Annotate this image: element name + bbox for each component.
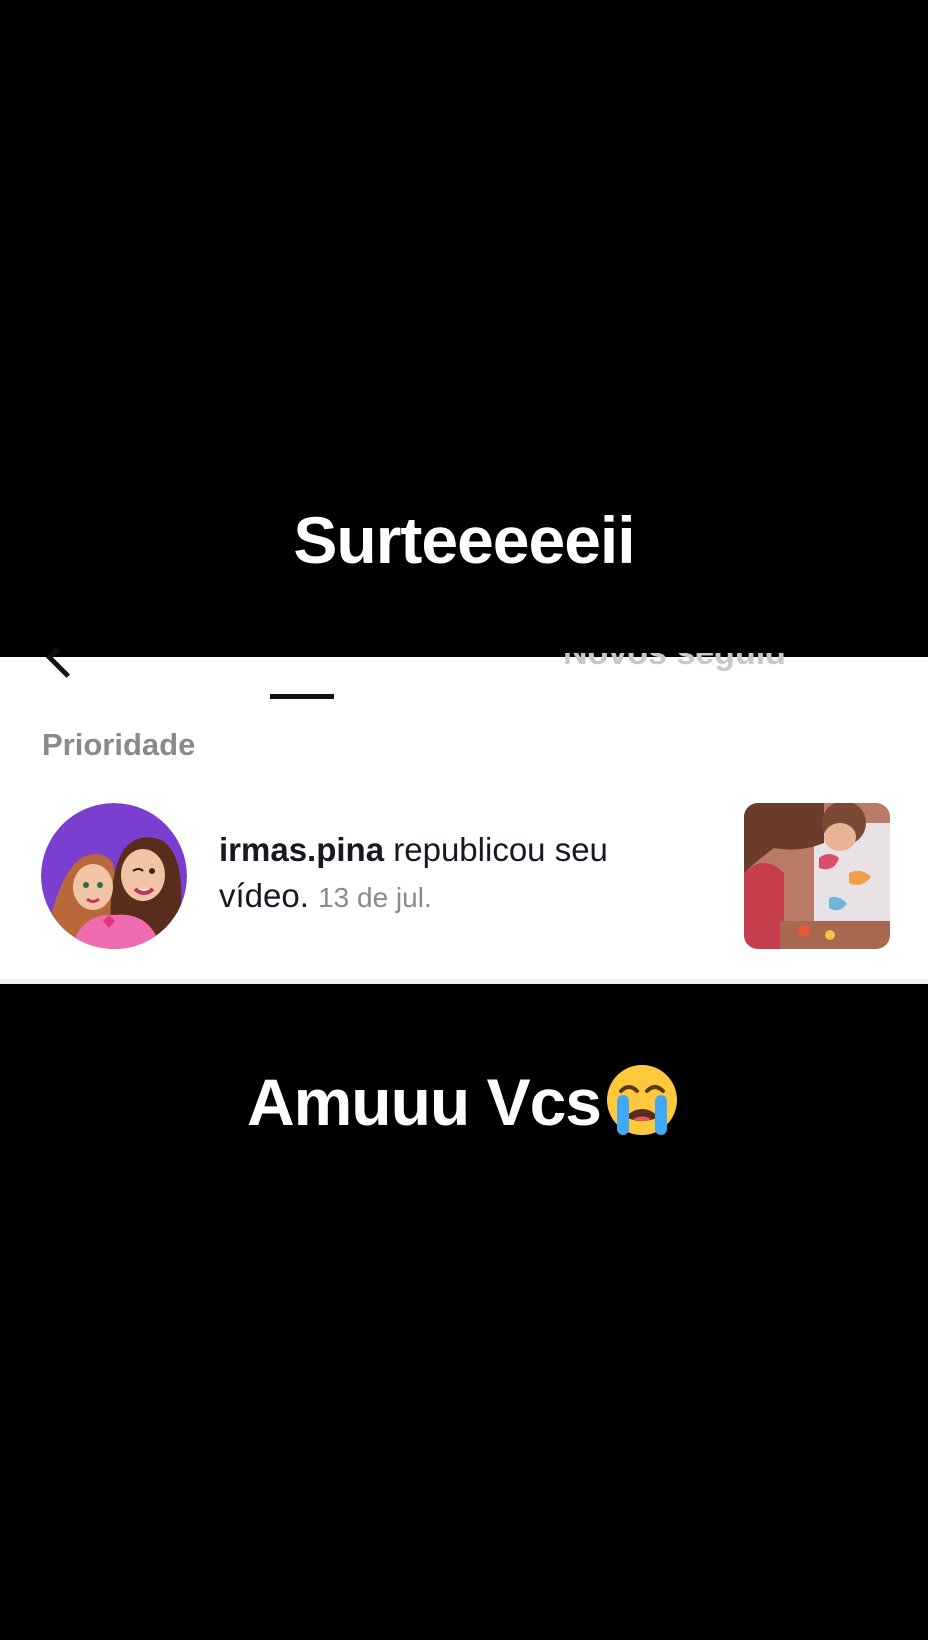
- chevron-left-icon[interactable]: [46, 637, 87, 678]
- notification-timestamp: 13 de jul.: [318, 882, 432, 913]
- avatar-illustration-icon: [41, 803, 187, 949]
- notification-text[interactable]: irmas.pina republicou seu vídeo. 13 de j…: [219, 827, 649, 921]
- caption-top: Surteeeeeii: [293, 503, 635, 577]
- video-thumbnail-icon: [744, 803, 890, 949]
- avatar[interactable]: [41, 803, 187, 949]
- crying-face-emoji-icon: [603, 1061, 681, 1139]
- video-thumbnail[interactable]: [744, 803, 890, 949]
- section-title-priority: Prioridade: [42, 727, 196, 762]
- caption-bottom: Amuuu Vcs: [0, 1061, 928, 1139]
- notification-username[interactable]: irmas.pina: [219, 831, 384, 868]
- notification-panel: Novos seguid Prioridade irmas.pina repub…: [0, 657, 928, 984]
- caption-bottom-text: Amuuu Vcs: [246, 1065, 602, 1139]
- active-tab-indicator: [270, 694, 334, 699]
- tab-new-followers[interactable]: Novos seguid: [563, 653, 786, 675]
